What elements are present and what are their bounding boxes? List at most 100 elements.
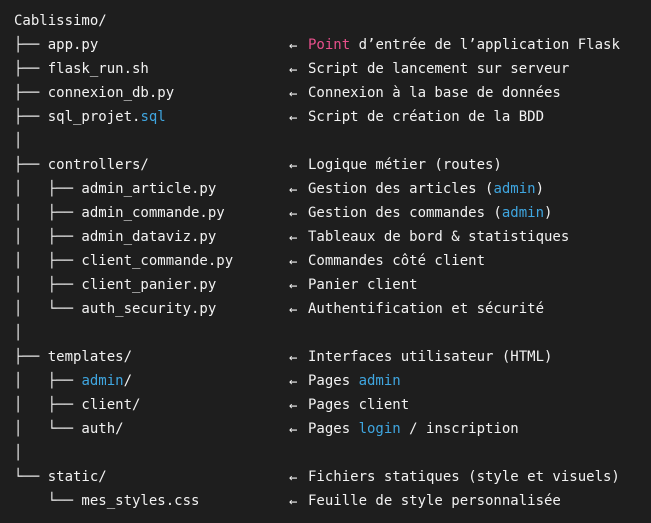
tree-entry: │ ├── admin_dataviz.py	[14, 225, 216, 249]
left-segment: ├── connexion_db.py	[14, 85, 175, 101]
tree-row: │ ├── admin_article.py ← Gestion des artic…	[0, 177, 651, 201]
left-segment: │	[14, 133, 23, 149]
left-segment: sql	[140, 109, 166, 125]
tree-description: Gestion des commandes (admin)	[308, 201, 552, 225]
desc-segment: Gestion des articles (	[308, 181, 494, 197]
tree-description: Gestion des articles (admin)	[308, 177, 544, 201]
tree-row: │ ├── client_commande.py ← Commandes côté …	[0, 249, 651, 273]
arrow-left-icon: ←	[289, 470, 298, 486]
desc-segment: Pages	[308, 421, 359, 437]
left-segment: admin	[81, 373, 124, 389]
tree-description: Authentification et sécurité	[308, 297, 544, 321]
left-segment: ├── flask_run.sh	[14, 61, 149, 77]
desc-segment: admin	[501, 205, 545, 221]
tree-entry: │ ├── client_commande.py	[14, 249, 233, 273]
tree-entry: ├── connexion_db.py	[14, 81, 174, 105]
left-segment: │ ├── admin_commande.py	[14, 205, 225, 221]
tree-entry: │ └── auth/	[14, 417, 124, 441]
left-segment: └── mes_styles.css	[14, 493, 200, 509]
tree-entry: └── static/	[14, 465, 107, 489]
arrow-left-icon: ←	[289, 110, 298, 126]
tree-description: Tableaux de bord & statistiques	[308, 225, 569, 249]
desc-segment: d’entrée de l’application Flask	[350, 37, 620, 53]
desc-segment: Gestion des commandes (	[308, 205, 502, 221]
arrow-left-icon: ←	[289, 398, 298, 414]
left-segment: ├── app.py	[14, 37, 99, 53]
left-segment: │ ├── client_commande.py	[14, 253, 234, 269]
desc-segment: login	[358, 421, 401, 437]
desc-segment: )	[535, 181, 545, 197]
left-segment: ├── controllers/	[14, 157, 149, 173]
tree-description: Fichiers statiques (style et visuels)	[308, 465, 620, 489]
tree-description: Feuille de style personnalisée	[308, 489, 561, 513]
project-tree: Cablissimo/ ├── app.py ← Point d’entrée de …	[0, 0, 651, 523]
tree-row: ├── sql_projet.sql ← Script de création de…	[0, 105, 651, 129]
tree-row: │ ├── client/ ← Pages client	[0, 393, 651, 417]
desc-segment: Feuille de style personnalisée	[308, 493, 561, 509]
desc-segment: Panier client	[308, 277, 418, 293]
left-segment: │ ├── client/	[14, 397, 141, 413]
left-segment: │ ├── admin_article.py	[14, 181, 217, 197]
tree-row: ├── app.py ← Point d’entrée de l’applicati…	[0, 33, 651, 57]
tree-row: ├── templates/ ← Interfaces utilisateur (H…	[0, 345, 651, 369]
arrow-left-icon: ←	[289, 350, 298, 366]
arrow-left-icon: ←	[289, 86, 298, 102]
desc-segment: Interfaces utilisateur (HTML)	[308, 349, 553, 365]
tree-entry: │	[14, 441, 22, 465]
tree-entry: ├── app.py	[14, 33, 98, 57]
tree-row: ├── flask_run.sh ← Script de lancement sur…	[0, 57, 651, 81]
tree-row: Cablissimo/	[0, 9, 651, 33]
desc-segment: Script de lancement sur serveur	[308, 61, 570, 77]
left-segment: │ └── auth_security.py	[14, 301, 217, 317]
arrow-left-icon: ←	[289, 230, 298, 246]
arrow-left-icon: ←	[289, 254, 298, 270]
arrow-left-icon: ←	[289, 158, 298, 174]
arrow-left-icon: ←	[289, 374, 298, 390]
tree-description: Connexion à la base de données	[308, 81, 561, 105]
tree-description: Interfaces utilisateur (HTML)	[308, 345, 552, 369]
left-segment: └── static/	[14, 469, 107, 485]
tree-entry: │ ├── admin/	[14, 369, 132, 393]
desc-segment: Fichiers statiques (style et visuels)	[308, 469, 620, 485]
desc-segment: / inscription	[400, 421, 519, 437]
left-segment: │	[14, 325, 23, 341]
desc-segment: admin	[358, 373, 401, 389]
desc-segment: admin	[493, 181, 536, 197]
arrow-left-icon: ←	[289, 278, 298, 294]
desc-segment: Authentification et sécurité	[308, 301, 545, 317]
arrow-left-icon: ←	[289, 302, 298, 318]
tree-entry: │ ├── admin_commande.py	[14, 201, 225, 225]
tree-entry: └── mes_styles.css	[14, 489, 200, 513]
desc-segment: Script de création de la BDD	[308, 109, 545, 125]
tree-row: │ ├── admin_dataviz.py ← Tableaux de bord …	[0, 225, 651, 249]
desc-segment: Point	[308, 37, 351, 53]
tree-row: │	[0, 129, 651, 153]
tree-entry: ├── flask_run.sh	[14, 57, 149, 81]
desc-segment: Logique métier (routes)	[308, 157, 502, 173]
tree-description: Script de lancement sur serveur	[308, 57, 569, 81]
arrow-left-icon: ←	[289, 62, 298, 78]
tree-row: │ ├── admin_commande.py ← Gestion des comm…	[0, 201, 651, 225]
tree-row: └── static/ ← Fichiers statiques (style et…	[0, 465, 651, 489]
desc-segment: Pages client	[308, 397, 410, 413]
tree-entry: │ ├── admin_article.py	[14, 177, 216, 201]
left-segment: │ ├── admin_dataviz.py	[14, 229, 217, 245]
desc-segment: Tableaux de bord & statistiques	[308, 229, 570, 245]
tree-description: Point d’entrée de l’application Flask	[308, 33, 620, 57]
tree-entry: │ ├── client_panier.py	[14, 273, 216, 297]
tree-description: Logique métier (routes)	[308, 153, 502, 177]
tree-description: Pages client	[308, 393, 409, 417]
tree-row: │ └── auth_security.py ← Authentification …	[0, 297, 651, 321]
left-segment: │ ├── client_panier.py	[14, 277, 217, 293]
tree-entry: │	[14, 129, 22, 153]
desc-segment: Pages	[308, 373, 359, 389]
tree-entry: │ ├── client/	[14, 393, 140, 417]
arrow-left-icon: ←	[289, 182, 298, 198]
tree-row: │	[0, 441, 651, 465]
tree-row: └── mes_styles.css ← Feuille de style pers…	[0, 489, 651, 513]
arrow-left-icon: ←	[289, 38, 298, 54]
left-segment: Cablissimo/	[14, 13, 107, 29]
left-segment: │ └── auth/	[14, 421, 124, 437]
tree-row: ├── controllers/ ← Logique métier (routes)	[0, 153, 651, 177]
tree-description: Commandes côté client	[308, 249, 485, 273]
